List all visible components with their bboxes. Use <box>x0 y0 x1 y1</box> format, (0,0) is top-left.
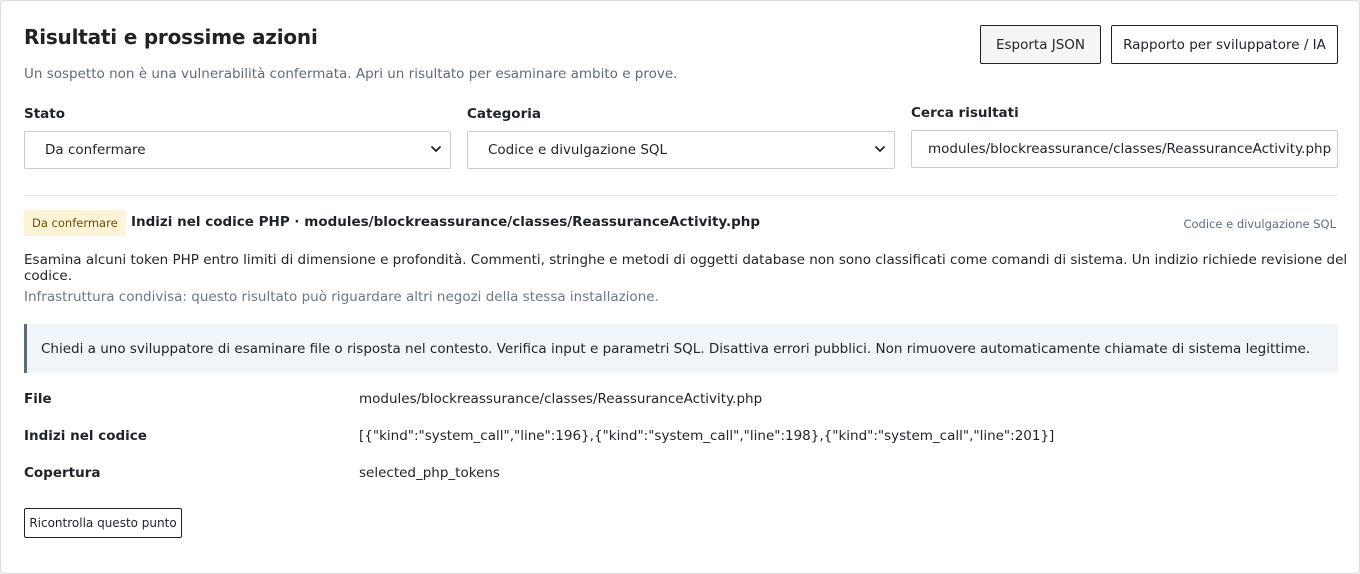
status-badge: Da confermare <box>24 210 126 236</box>
recommendation-callout: Chiedi a uno sviluppatore di esaminare f… <box>24 324 1338 373</box>
status-filter-select[interactable]: Da confermare <box>24 131 451 169</box>
detail-key-coverage: Copertura <box>24 465 101 481</box>
search-input[interactable] <box>928 141 1337 157</box>
finding-description: Esamina alcuni token PHP entro limiti di… <box>24 252 1348 284</box>
page-subtitle: Un sospetto non è una vulnerabilità conf… <box>24 66 678 82</box>
results-panel: Risultati e prossime azioni Un sospetto … <box>0 0 1360 574</box>
finding-title[interactable]: Indizi nel codice PHP · modules/blockrea… <box>131 214 760 230</box>
chevron-down-icon <box>875 146 885 152</box>
detail-value-code-hints: [{"kind":"system_call","line":196},{"kin… <box>359 428 1055 444</box>
status-filter-value: Da confermare <box>45 142 146 158</box>
category-filter-value: Codice e divulgazione SQL <box>488 142 668 158</box>
status-filter-label: Stato <box>24 106 66 122</box>
infrastructure-note: Infrastruttura condivisa: questo risulta… <box>24 289 659 305</box>
detail-key-file: File <box>24 391 52 407</box>
divider <box>24 195 1338 196</box>
category-filter-select[interactable]: Codice e divulgazione SQL <box>467 131 895 169</box>
chevron-down-icon <box>431 146 441 152</box>
detail-value-coverage: selected_php_tokens <box>359 465 500 481</box>
developer-report-button[interactable]: Rapporto per sviluppatore / IA <box>1111 25 1338 64</box>
category-filter-label: Categoria <box>467 106 541 122</box>
detail-key-code-hints: Indizi nel codice <box>24 428 147 444</box>
search-field[interactable] <box>911 130 1338 168</box>
recommendation-text: Chiedi a uno sviluppatore di esaminare f… <box>41 340 1311 357</box>
export-json-button[interactable]: Esporta JSON <box>980 25 1101 64</box>
detail-value-file: modules/blockreassurance/classes/Reassur… <box>359 391 763 407</box>
finding-category: Codice e divulgazione SQL <box>1183 217 1336 231</box>
page-title: Risultati e prossime azioni <box>24 25 318 49</box>
recheck-button[interactable]: Ricontrolla questo punto <box>24 508 182 538</box>
search-label: Cerca risultati <box>911 105 1019 121</box>
